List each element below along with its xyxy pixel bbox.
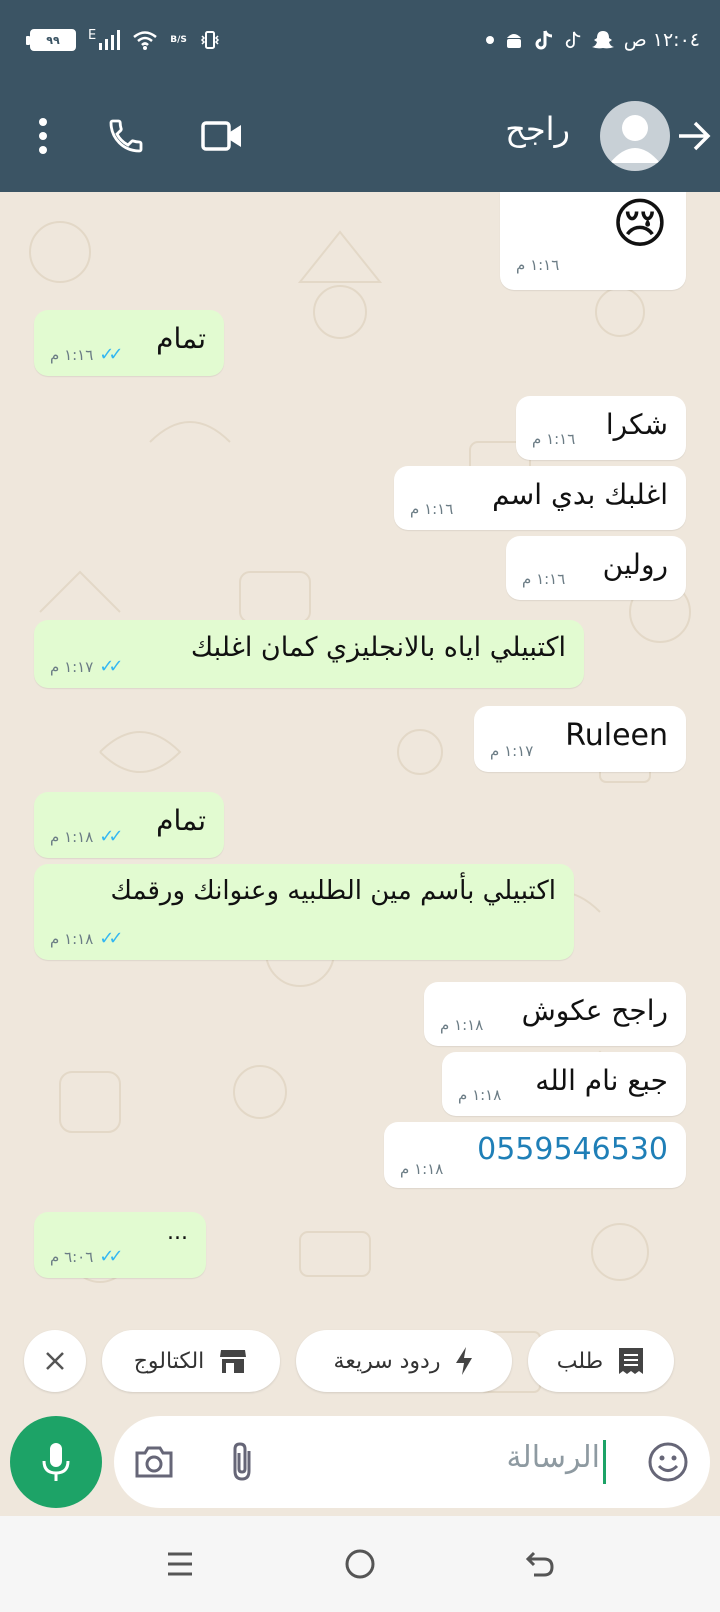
message-text: راجح عكوش: [521, 994, 668, 1027]
signal-icon: [99, 30, 121, 50]
message-time: ١:١٦ م: [522, 570, 566, 588]
home-icon[interactable]: [330, 1536, 390, 1592]
mic-icon: [42, 1443, 70, 1481]
status-left: ٩٩ E B/S: [26, 26, 221, 54]
message-meta: ✓✓ ٦:٠٦ م: [50, 1246, 124, 1267]
composer: الرسالة: [0, 1410, 720, 1510]
message-outgoing[interactable]: تمام ✓✓ ١:١٦ م: [34, 310, 224, 376]
read-ticks-icon: ✓✓: [99, 656, 123, 677]
message-time: ١:١٦ م: [516, 256, 560, 274]
snapchat-icon: [591, 31, 614, 49]
message-time: ١:١٨ م: [50, 827, 94, 846]
status-bar: ٩٩ E B/S ١٢:٠٤ ص: [0, 0, 720, 80]
message-meta: ✓✓ ١:١٨ م: [50, 928, 124, 949]
read-ticks-icon: ✓✓: [99, 928, 123, 949]
text-caret: [603, 1440, 606, 1484]
message-incoming[interactable]: راجح عكوش ١:١٨ م: [424, 982, 686, 1046]
message-time: ١:١٨ م: [440, 1016, 484, 1034]
message-text: تمام: [156, 804, 206, 837]
message-text: ...: [167, 1220, 188, 1245]
data-speed: B/S: [170, 35, 187, 45]
back-nav-icon[interactable]: [510, 1536, 570, 1592]
message-text: اكتبيلي بأسم مين الطلبيه وعنوانك ورقمك: [110, 876, 556, 906]
message-incoming[interactable]: Ruleen ١:١٧ م: [474, 706, 686, 772]
close-chips-button[interactable]: [24, 1330, 86, 1392]
mic-button[interactable]: [10, 1416, 102, 1508]
message-incoming[interactable]: اغلبك بدي اسم ١:١٦ م: [394, 466, 686, 530]
catalog-chip[interactable]: الكتالوج: [102, 1330, 280, 1392]
notification-dot-icon: [485, 36, 494, 44]
message-meta: ✓✓ ١:١٧ م: [50, 656, 124, 677]
contact-name[interactable]: راجح: [505, 110, 570, 148]
message-time: ١:١٨ م: [400, 1160, 444, 1178]
more-options-icon[interactable]: [22, 110, 64, 162]
network-type: E: [88, 27, 97, 43]
message-time: ١:١٦ م: [532, 430, 576, 448]
voice-call-icon[interactable]: [100, 110, 152, 162]
recents-icon[interactable]: [150, 1536, 210, 1592]
receipt-icon: [619, 1348, 644, 1374]
message-outgoing[interactable]: ... ✓✓ ٦:٠٦ م: [34, 1212, 206, 1278]
chat-area[interactable]: 😢 ١:١٦ م تمام ✓✓ ١:١٦ م شكرا ١:١٦ م اغلبك…: [0, 192, 720, 1432]
quick-replies-chip[interactable]: ردود سريعة: [296, 1330, 512, 1392]
message-text: رولين: [602, 548, 668, 581]
message-meta: ✓✓ ١:١٦ م: [50, 344, 124, 365]
wifi-icon: [133, 31, 158, 50]
store-icon: [220, 1350, 247, 1373]
message-outgoing[interactable]: اكتبيلي اياه بالانجليزي كمان اغلبك ✓✓ ١:١…: [34, 620, 584, 688]
close-icon: [46, 1352, 64, 1370]
vibrate-icon: [200, 31, 219, 49]
status-right: ١٢:٠٤ ص: [485, 26, 700, 54]
message-outgoing[interactable]: اكتبيلي بأسم مين الطلبيه وعنوانك ورقمك ✓…: [34, 864, 574, 960]
message-incoming[interactable]: رولين ١:١٦ م: [506, 536, 686, 600]
camera-icon[interactable]: [132, 1442, 176, 1482]
chat-header: راجح: [0, 80, 720, 192]
system-nav-bar: [0, 1516, 720, 1612]
message-incoming[interactable]: 😢 ١:١٦ م: [500, 192, 686, 290]
emoji-icon[interactable]: [644, 1438, 692, 1486]
video-call-icon[interactable]: [196, 110, 248, 162]
message-incoming[interactable]: شكرا ١:١٦ م: [516, 396, 686, 460]
attach-icon[interactable]: [222, 1440, 262, 1484]
clock: ١٢:٠٤ ص: [623, 29, 700, 51]
message-time: ١:١٦ م: [50, 345, 94, 364]
message-time: ١:١٧ م: [490, 742, 534, 760]
message-input[interactable]: الرسالة: [114, 1416, 710, 1508]
battery-level: ٩٩: [46, 33, 60, 47]
read-ticks-icon: ✓✓: [99, 344, 123, 365]
message-text: جبع نام الله: [535, 1064, 668, 1097]
business-chips: الكتالوج ردود سريعة طلب: [0, 1330, 720, 1396]
order-label: طلب: [556, 1348, 604, 1374]
android-icon: [506, 34, 521, 48]
message-text: Ruleen: [565, 718, 668, 753]
quick-replies-label: ردود سريعة: [333, 1348, 441, 1374]
tiktok-icon-2: [565, 31, 580, 49]
battery-icon: ٩٩: [26, 29, 76, 51]
message-outgoing[interactable]: تمام ✓✓ ١:١٨ م: [34, 792, 224, 858]
message-text: اكتبيلي اياه بالانجليزي كمان اغلبك: [190, 632, 566, 663]
order-chip[interactable]: طلب: [528, 1330, 674, 1392]
message-text: 😢: [611, 192, 668, 255]
message-text: شكرا: [605, 408, 668, 441]
message-meta: ✓✓ ١:١٨ م: [50, 826, 124, 847]
catalog-label: الكتالوج: [133, 1348, 205, 1374]
message-text: تمام: [156, 322, 206, 355]
phone-number-link[interactable]: 0559546530: [477, 1132, 668, 1167]
message-time: ١:١٨ م: [458, 1086, 502, 1104]
message-placeholder: الرسالة: [506, 1440, 600, 1475]
message-incoming[interactable]: 0559546530 ١:١٨ م: [384, 1122, 686, 1188]
avatar-icon[interactable]: [600, 101, 670, 171]
message-text: اغلبك بدي اسم: [492, 478, 668, 511]
message-time: ١:١٦ م: [410, 500, 454, 518]
read-ticks-icon: ✓✓: [99, 1246, 123, 1267]
message-time: ١:١٧ م: [50, 657, 94, 676]
lightning-icon: [456, 1347, 473, 1375]
message-incoming[interactable]: جبع نام الله ١:١٨ م: [442, 1052, 686, 1116]
message-time: ١:١٨ م: [50, 929, 94, 948]
tiktok-icon: [535, 30, 552, 50]
message-time: ٦:٠٦ م: [50, 1247, 94, 1266]
back-arrow-icon[interactable]: [674, 116, 714, 156]
read-ticks-icon: ✓✓: [99, 826, 123, 847]
